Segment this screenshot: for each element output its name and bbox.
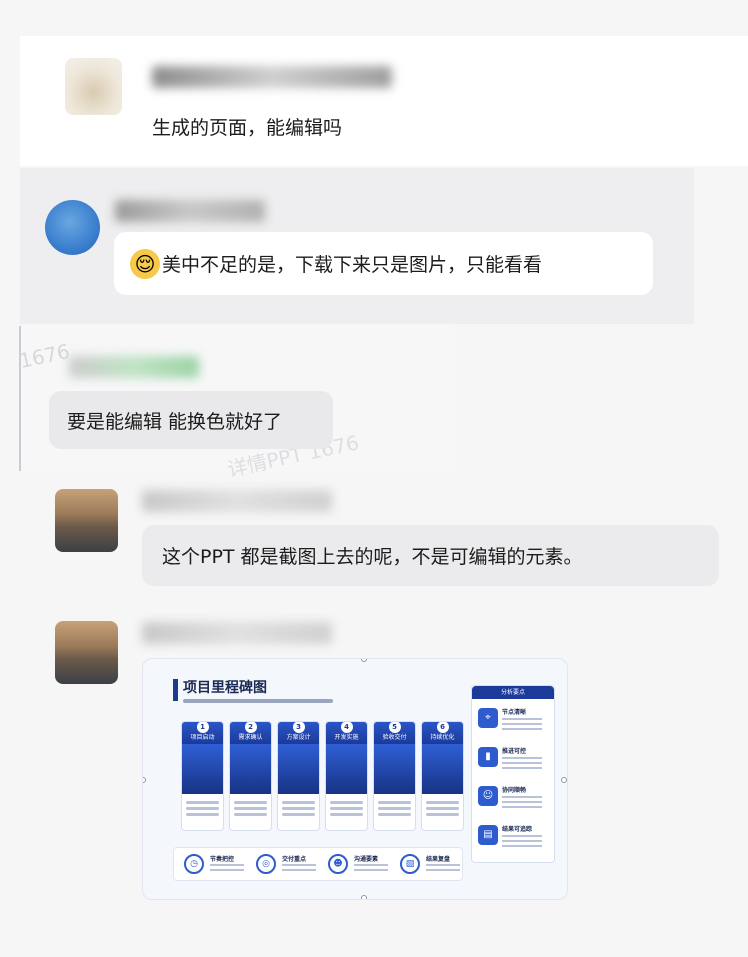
phase-bullets	[278, 794, 319, 823]
phase-number: 3	[292, 722, 305, 733]
phase-header: 6 持续优化	[422, 722, 463, 744]
avatar[interactable]	[45, 200, 100, 255]
summary-item-label: 沟通要素	[354, 856, 379, 863]
phase-header: 2 需求确认	[230, 722, 271, 744]
analysis-item-label: 结果可追踪	[502, 826, 533, 833]
analysis-item-label: 推进可控	[502, 748, 527, 755]
image-attachment-slide[interactable]: 项目里程碑图 1 项目启动 2 需求确认 3 方案设计 4 开发实施 5 验收交付 6 持续优化 分析…	[142, 658, 568, 900]
sender-name-blurred	[152, 66, 392, 88]
summary-item: ☻ 沟通要素	[328, 854, 392, 876]
message-text: 生成的页面，能编辑吗	[152, 117, 343, 139]
phase-illustration-icon	[278, 744, 319, 794]
phase-label: 验收交付	[382, 734, 407, 741]
message-row-2: 😌 美中不足的是，下载下来只是图片，只能看看	[20, 168, 694, 324]
phase-label: 需求确认	[238, 734, 263, 741]
analysis-item: ▮ 推进可控	[478, 745, 550, 777]
analysis-panel-title: 分析要点	[472, 686, 554, 699]
phase-bullets	[230, 794, 271, 823]
summary-item: ▧ 结果复盘	[400, 854, 464, 876]
doc-icon: ▤	[478, 825, 498, 845]
message-bubble[interactable]: 😌 美中不足的是，下载下来只是图片，只能看看	[114, 232, 653, 295]
phase-number: 2	[244, 722, 257, 733]
message-bubble[interactable]: 要是能编辑 能换色就好了	[49, 391, 333, 449]
analysis-item-label: 节点清晰	[502, 709, 527, 716]
phase-illustration-icon	[422, 744, 463, 794]
analysis-panel: 分析要点 ⌖ 节点清晰 ▮ 推进可控 ☺ 协同顺畅 ▤ 结果可追踪	[471, 685, 555, 863]
phase-number: 5	[388, 722, 401, 733]
slide-title: 项目里程碑图	[183, 680, 267, 696]
phase-header: 5 验收交付	[374, 722, 415, 744]
summary-item: ◎ 交付重点	[256, 854, 320, 876]
phase-number: 1	[196, 722, 209, 733]
phase-bullets	[422, 794, 463, 823]
watermark: 1676	[17, 338, 72, 374]
phase-header: 3 方案设计	[278, 722, 319, 744]
resize-handle[interactable]	[143, 777, 146, 783]
phase-bullets	[326, 794, 367, 823]
phase-card: 1 项目启动	[181, 721, 224, 831]
phase-card: 6 持续优化	[421, 721, 464, 831]
team-icon: ☺	[478, 786, 498, 806]
message-bubble[interactable]: 这个PPT 都是截图上去的呢，不是可编辑的元素。	[142, 525, 719, 586]
message-text: 这个PPT 都是截图上去的呢，不是可编辑的元素。	[162, 546, 583, 568]
sender-name-blurred	[115, 200, 265, 222]
clock-icon: ◷	[184, 854, 204, 874]
resize-handle[interactable]	[361, 659, 367, 662]
phase-card: 5 验收交付	[373, 721, 416, 831]
bottom-summary-row: ◷ 节奏把控 ◎ 交付重点 ☻ 沟通要素 ▧ 结果复盘	[173, 847, 463, 881]
analysis-item: ⌖ 节点清晰	[478, 706, 550, 738]
phase-card: 4 开发实施	[325, 721, 368, 831]
summary-item-label: 交付重点	[282, 856, 307, 863]
phase-bullets	[374, 794, 415, 823]
resize-handle[interactable]	[561, 777, 567, 783]
sender-name-blurred	[142, 622, 332, 644]
title-accent-bar	[173, 679, 178, 701]
phase-illustration-icon	[374, 744, 415, 794]
phase-card: 2 需求确认	[229, 721, 272, 831]
analysis-item: ▤ 结果可追踪	[478, 823, 550, 855]
phase-bullets	[182, 794, 223, 823]
clipboard-icon: ▧	[400, 854, 420, 874]
phase-label: 开发实施	[334, 734, 359, 741]
analysis-item: ☺ 协同顺畅	[478, 784, 550, 816]
resize-handle[interactable]	[361, 895, 367, 899]
analysis-item-label: 协同顺畅	[502, 787, 527, 794]
message-text: 美中不足的是，下载下来只是图片，只能看看	[162, 254, 543, 276]
chart-icon: ▮	[478, 747, 498, 767]
phase-label: 持续优化	[430, 734, 455, 741]
message-row-1: 生成的页面，能编辑吗	[20, 36, 748, 166]
avatar[interactable]	[55, 621, 118, 684]
avatar[interactable]	[65, 58, 122, 115]
message-text: 要是能编辑 能换色就好了	[67, 410, 283, 433]
phase-card: 3 方案设计	[277, 721, 320, 831]
phase-illustration-icon	[182, 744, 223, 794]
phase-number: 6	[436, 722, 449, 733]
phase-number: 4	[340, 722, 353, 733]
people-icon: ☻	[328, 854, 348, 874]
summary-item: ◷ 节奏把控	[184, 854, 248, 876]
phase-illustration-icon	[326, 744, 367, 794]
phase-header: 1 项目启动	[182, 722, 223, 744]
message-row-3: 1676 详情PPT 1676 要是能编辑 能换色就好了	[17, 326, 455, 482]
phase-illustration-icon	[230, 744, 271, 794]
slide-subtitle-placeholder	[183, 699, 333, 703]
summary-item-label: 结果复盘	[426, 856, 451, 863]
target-icon: ◎	[256, 854, 276, 874]
phase-header: 4 开发实施	[326, 722, 367, 744]
phase-label: 方案设计	[286, 734, 311, 741]
pin-icon: ⌖	[478, 708, 498, 728]
sender-name-blurred	[69, 356, 199, 378]
avatar[interactable]	[55, 489, 118, 552]
summary-item-label: 节奏把控	[210, 856, 235, 863]
sender-name-blurred	[142, 490, 332, 512]
relieved-face-emoji-icon: 😌	[130, 248, 160, 279]
phase-label: 项目启动	[190, 734, 215, 741]
